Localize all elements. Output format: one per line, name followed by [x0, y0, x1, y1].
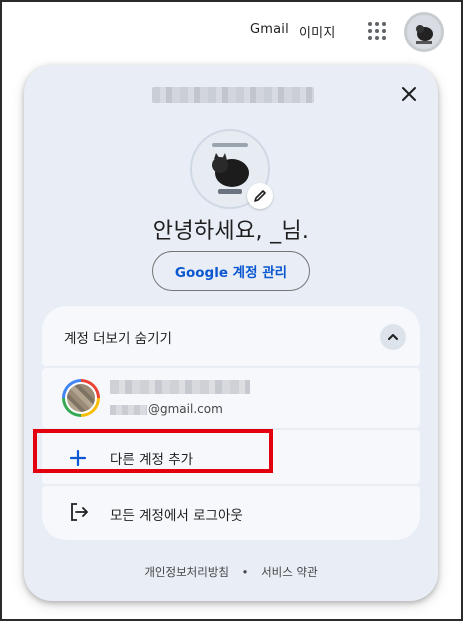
top-bar: Gmail 이미지 [0, 0, 463, 62]
chevron-up-icon [388, 334, 398, 340]
privacy-policy-link[interactable]: 개인정보처리방침 [144, 564, 229, 580]
profile-avatar[interactable] [404, 12, 444, 52]
add-account-button[interactable]: 다른 계정 추가 [42, 430, 420, 484]
close-button[interactable] [394, 79, 424, 109]
terms-link[interactable]: 서비스 약관 [261, 564, 318, 580]
footer-links: 개인정보처리방침 • 서비스 약관 [24, 564, 438, 580]
account-card: 안녕하세요, _님. Google 계정 관리 계정 더보기 숨기기 @gmai… [24, 65, 438, 601]
signout-all-button[interactable]: 모든 계정에서 로그아웃 [42, 486, 420, 540]
apps-grid-icon[interactable] [366, 20, 388, 42]
account-email: @gmail.com [148, 402, 223, 416]
edit-photo-button[interactable] [247, 183, 273, 209]
hide-accounts-toggle[interactable]: 계정 더보기 숨기기 [42, 306, 420, 366]
logout-icon [71, 503, 88, 521]
account-email-redacted [110, 405, 147, 415]
plus-icon [66, 446, 90, 470]
images-link[interactable]: 이미지 [299, 22, 335, 41]
chevron-up-button[interactable] [380, 324, 406, 350]
gmail-link[interactable]: Gmail [250, 22, 289, 37]
account-avatar [62, 379, 100, 417]
greeting-text: 안녕하세요, _님. [152, 219, 310, 244]
signout-label: 모든 계정에서 로그아웃 [110, 508, 243, 524]
toggle-label: 계정 더보기 숨기기 [64, 331, 172, 347]
account-name-redacted [110, 380, 250, 394]
manage-account-button[interactable]: Google 계정 관리 [152, 251, 310, 291]
accounts-panel: 계정 더보기 숨기기 @gmail.com 다른 계정 추가 모든 계정에서 로… [42, 306, 420, 540]
add-account-label: 다른 계정 추가 [110, 452, 194, 468]
footer-separator: • [241, 565, 249, 579]
pencil-icon [254, 190, 266, 202]
close-icon [402, 87, 416, 101]
account-list-item[interactable]: @gmail.com [42, 368, 420, 428]
email-redacted [152, 87, 314, 103]
